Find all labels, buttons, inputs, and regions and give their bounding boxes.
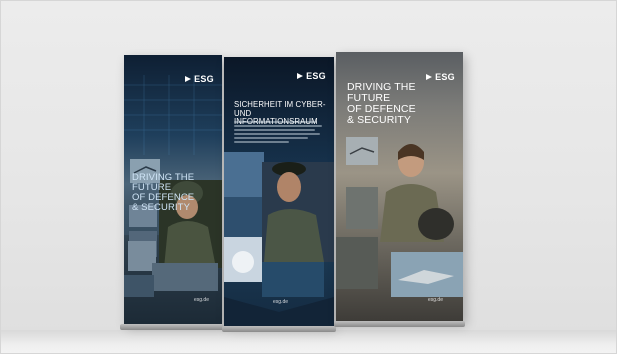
- headline-line: DRIVING THE FUTURE: [347, 81, 416, 104]
- banner-center-artwork: [224, 152, 334, 326]
- rollup-banner-right: ESG DRIVING THE FUTURE OF DEFENCE & SECU…: [336, 52, 463, 321]
- banner-body-copy: [234, 121, 326, 145]
- logo-text: ESG: [306, 71, 326, 81]
- esg-logo: ESG: [425, 72, 455, 82]
- banner-url: esg.de: [427, 297, 443, 303]
- banner-url: esg.de: [193, 297, 209, 303]
- headline-line: DRIVING THE FUTURE: [132, 172, 195, 193]
- banner-headline: DRIVING THE FUTURE OF DEFENCE & SECURITY: [132, 173, 220, 213]
- banner-url: esg.de: [273, 299, 289, 305]
- banner-stand-base: [120, 324, 224, 330]
- floor: [0, 330, 617, 354]
- logo-text: ESG: [435, 72, 455, 82]
- banner-stand-base: [222, 326, 336, 332]
- esg-logo-mark-icon: [297, 73, 304, 79]
- esg-logo: ESG: [184, 74, 214, 84]
- banner-stand-base: [334, 321, 465, 327]
- esg-logo-mark-icon: [426, 74, 433, 80]
- esg-logo-mark-icon: [185, 76, 192, 82]
- product-photo-scene: ESG DRIVING THE FUTURE OF DEFENCE & SECU…: [0, 0, 617, 354]
- esg-logo: ESG: [296, 71, 326, 81]
- headline-line: & SECURITY: [132, 202, 191, 213]
- rollup-banner-center: ESG SICHERHEIT IM CYBER- UND INFORMATION…: [224, 57, 334, 326]
- rollup-banner-left: ESG DRIVING THE FUTURE OF DEFENCE & SECU…: [124, 55, 222, 324]
- headline-line: & SECURITY: [347, 114, 412, 126]
- banner-headline: DRIVING THE FUTURE OF DEFENCE & SECURITY: [347, 82, 459, 126]
- logo-text: ESG: [194, 74, 214, 84]
